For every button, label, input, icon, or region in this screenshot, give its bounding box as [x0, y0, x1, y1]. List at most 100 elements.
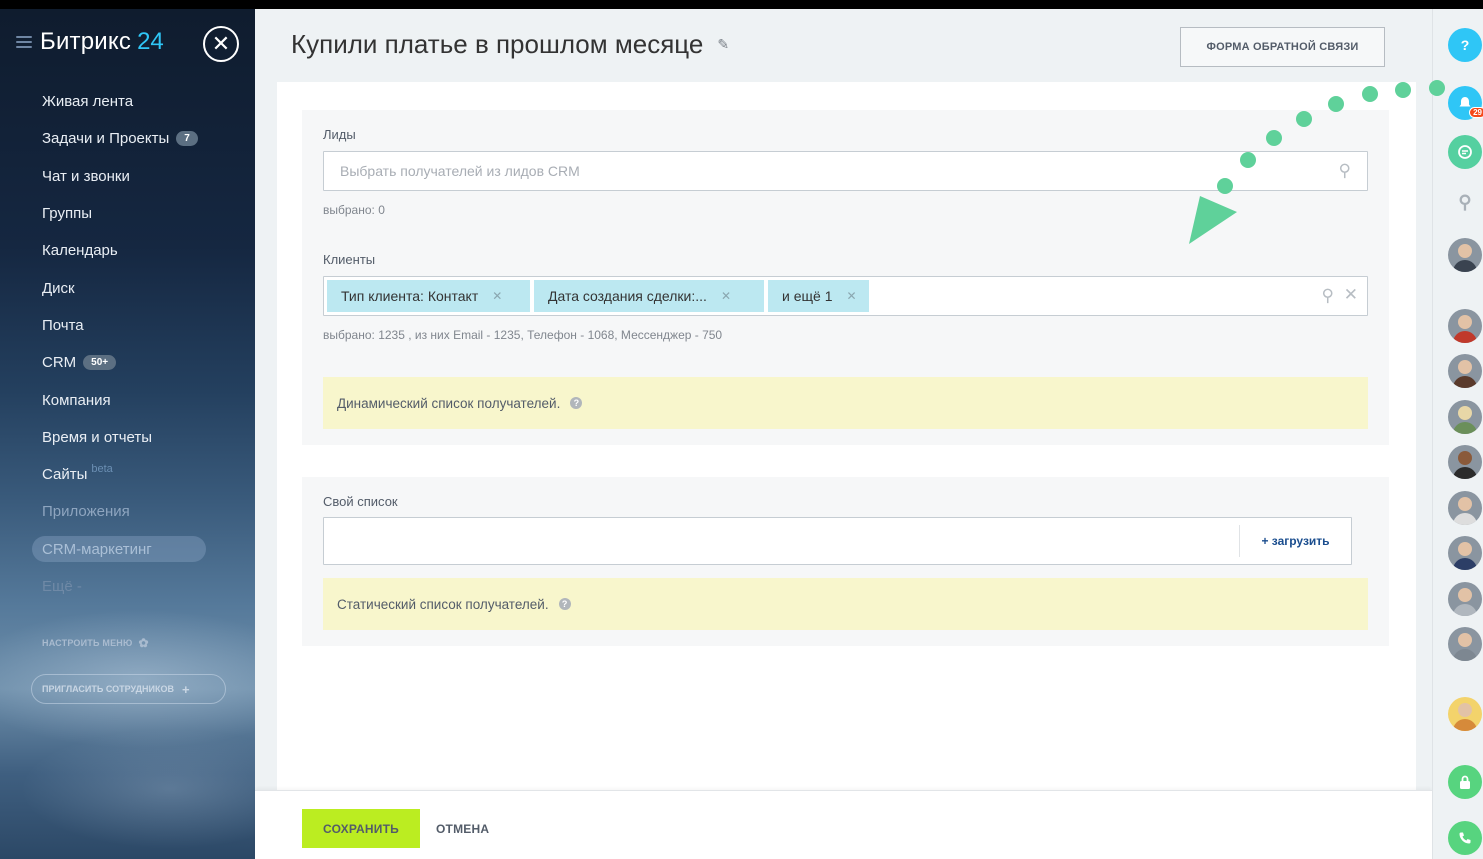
setup-menu-link[interactable]: НАСТРОИТЬ МЕНЮ ✿ — [42, 636, 149, 650]
sidebar-item-label: CRM — [42, 354, 77, 372]
sidebar-item-more[interactable]: Ещё - — [42, 568, 242, 605]
cancel-button[interactable]: ОТМЕНА — [436, 809, 489, 848]
edit-pencil-icon[interactable]: ✎ — [717, 36, 729, 53]
sidebar-item-label: CRM-маркетинг — [42, 540, 152, 558]
sidebar-item-mail[interactable]: Почта — [42, 307, 242, 344]
search-icon[interactable]: ⚲ — [1322, 286, 1334, 306]
page-title-text: Купили платье в прошлом месяце — [291, 29, 704, 59]
logo-text: Битрикс — [40, 28, 132, 55]
chat-icon[interactable] — [1448, 135, 1482, 169]
avatar[interactable] — [1448, 238, 1482, 272]
sidebar-item-crm[interactable]: CRM 50+ — [42, 344, 242, 381]
sidebar-item-crm-marketing[interactable]: CRM-маркетинг — [42, 531, 242, 568]
sidebar-item-calendar[interactable]: Календарь — [42, 232, 242, 269]
gear-icon: ✿ — [138, 636, 149, 650]
invite-label: ПРИГЛАСИТЬ СОТРУДНИКОВ — [42, 684, 175, 694]
remove-tag-icon[interactable]: ✕ — [846, 289, 856, 303]
sidebar-item-label: Почта — [42, 316, 84, 334]
sidebar-item-label: Компания — [42, 391, 111, 409]
left-sidebar: Битрикс 24 ✕ Живая лента Задачи и Проект… — [0, 9, 255, 859]
sidebar-item-groups[interactable]: Группы — [42, 195, 242, 232]
remove-tag-icon[interactable]: ✕ — [721, 289, 731, 303]
notification-bell-icon[interactable]: 29 — [1448, 86, 1483, 120]
avatar[interactable] — [1448, 400, 1482, 434]
sidebar-item-company[interactable]: Компания — [42, 381, 242, 418]
sidebar-item-label: Время и отчеты — [42, 428, 153, 446]
help-icon[interactable]: ? — [558, 598, 571, 610]
clear-icon[interactable]: ✕ — [1344, 285, 1358, 305]
feedback-form-button[interactable]: ФОРМА ОБРАТНОЙ СВЯЗИ — [1180, 27, 1385, 67]
clients-label: Клиенты — [323, 252, 376, 267]
avatar[interactable] — [1448, 536, 1482, 570]
plus-icon: + — [182, 681, 190, 697]
screen: Битрикс 24 ✕ Живая лента Задачи и Проект… — [0, 0, 1483, 859]
dynamic-list-text: Динамический список получателей. — [337, 395, 561, 411]
sidebar-item-label: Живая лента — [42, 93, 134, 111]
sidebar-item-label: Сайты — [42, 466, 88, 484]
sidebar-item-label: Диск — [42, 279, 75, 297]
sidebar-item-label: Группы — [42, 205, 92, 223]
menu-burger-icon[interactable] — [16, 36, 32, 48]
sidebar-item-label: Задачи и Проекты — [42, 130, 170, 148]
leads-label: Лиды — [323, 127, 356, 142]
sidebar-menu: Живая лента Задачи и Проекты 7 Чат и звон… — [42, 83, 242, 605]
avatar[interactable] — [1448, 582, 1482, 616]
sidebar-cloud — [20, 729, 255, 849]
clients-input[interactable]: Тип клиента: Контакт ✕ Дата создания сде… — [323, 276, 1368, 316]
phone-icon[interactable] — [1448, 821, 1482, 855]
own-list-input[interactable]: + загрузить — [323, 517, 1352, 565]
right-sidebar: ? 29 ⚲ — [1432, 9, 1483, 859]
sidebar-item-label: Чат и звонки — [42, 167, 130, 185]
beta-label: beta — [91, 462, 113, 475]
avatar[interactable] — [1448, 627, 1482, 661]
static-list-text: Статический список получателей. — [337, 596, 549, 612]
sidebar-item-chat[interactable]: Чат и звонки — [42, 158, 242, 195]
static-list-note: Статический список получателей. ? — [323, 578, 1368, 630]
leads-selected-count: выбрано: 0 — [323, 203, 385, 217]
avatar[interactable] — [1448, 697, 1482, 731]
search-icon[interactable]: ⚲ — [1339, 161, 1351, 181]
filter-tag-label: Дата создания сделки:... — [548, 288, 707, 304]
remove-tag-icon[interactable]: ✕ — [492, 289, 502, 303]
recipients-section: Лиды Выбрать получателей из лидов CRM ⚲ … — [302, 110, 1389, 445]
sidebar-item-disk[interactable]: Диск — [42, 269, 242, 306]
filter-tag[interactable]: и ещё 1 ✕ — [768, 280, 869, 312]
filter-tag[interactable]: Тип клиента: Контакт ✕ — [327, 280, 530, 312]
own-list-label: Свой список — [323, 494, 398, 509]
sidebar-item-live-feed[interactable]: Живая лента — [42, 83, 242, 120]
leads-placeholder: Выбрать получателей из лидов CRM — [340, 163, 580, 179]
search-icon[interactable]: ⚲ — [1448, 185, 1482, 219]
avatar[interactable] — [1448, 445, 1482, 479]
sidebar-item-label: Приложения — [42, 503, 130, 521]
counter-badge: 50+ — [83, 355, 117, 371]
page-title: Купили платье в прошлом месяце ✎ — [291, 29, 729, 60]
close-icon[interactable]: ✕ — [203, 26, 239, 62]
filter-tag[interactable]: Дата создания сделки:... ✕ — [534, 280, 764, 312]
sidebar-item-tasks[interactable]: Задачи и Проекты 7 — [42, 120, 242, 157]
footer-bar: СОХРАНИТЬ ОТМЕНА — [255, 790, 1432, 859]
avatar[interactable] — [1448, 491, 1482, 525]
sidebar-item-apps[interactable]: Приложения — [42, 493, 242, 530]
counter-badge: 7 — [176, 131, 198, 147]
leads-input[interactable]: Выбрать получателей из лидов CRM ⚲ — [323, 151, 1368, 191]
sidebar-item-label: Ещё - — [42, 578, 82, 595]
form-panel: Лиды Выбрать получателей из лидов CRM ⚲ … — [277, 82, 1416, 792]
invite-employees-button[interactable]: ПРИГЛАСИТЬ СОТРУДНИКОВ + — [31, 674, 226, 704]
save-button[interactable]: СОХРАНИТЬ — [302, 809, 420, 848]
logo[interactable]: Битрикс 24 — [16, 25, 164, 59]
sidebar-item-time-reports[interactable]: Время и отчеты — [42, 419, 242, 456]
sidebar-item-sites[interactable]: Сайты beta — [42, 456, 242, 493]
avatar[interactable] — [1448, 309, 1482, 343]
top-strip — [0, 0, 1483, 9]
upload-button[interactable]: + загрузить — [1239, 525, 1351, 557]
filter-tag-label: и ещё 1 — [782, 288, 833, 304]
own-list-section: Свой список + загрузить Статический спис… — [302, 477, 1389, 646]
clients-selected-count: выбрано: 1235 , из них Email - 1235, Тел… — [323, 328, 723, 342]
avatar[interactable] — [1448, 354, 1482, 388]
lock-icon[interactable] — [1448, 765, 1482, 799]
help-icon[interactable]: ? — [1448, 28, 1482, 62]
sidebar-item-label: Календарь — [42, 242, 118, 260]
help-icon[interactable]: ? — [570, 397, 583, 409]
notification-count-badge: 29 — [1469, 107, 1483, 118]
dynamic-list-note: Динамический список получателей. ? — [323, 377, 1368, 429]
